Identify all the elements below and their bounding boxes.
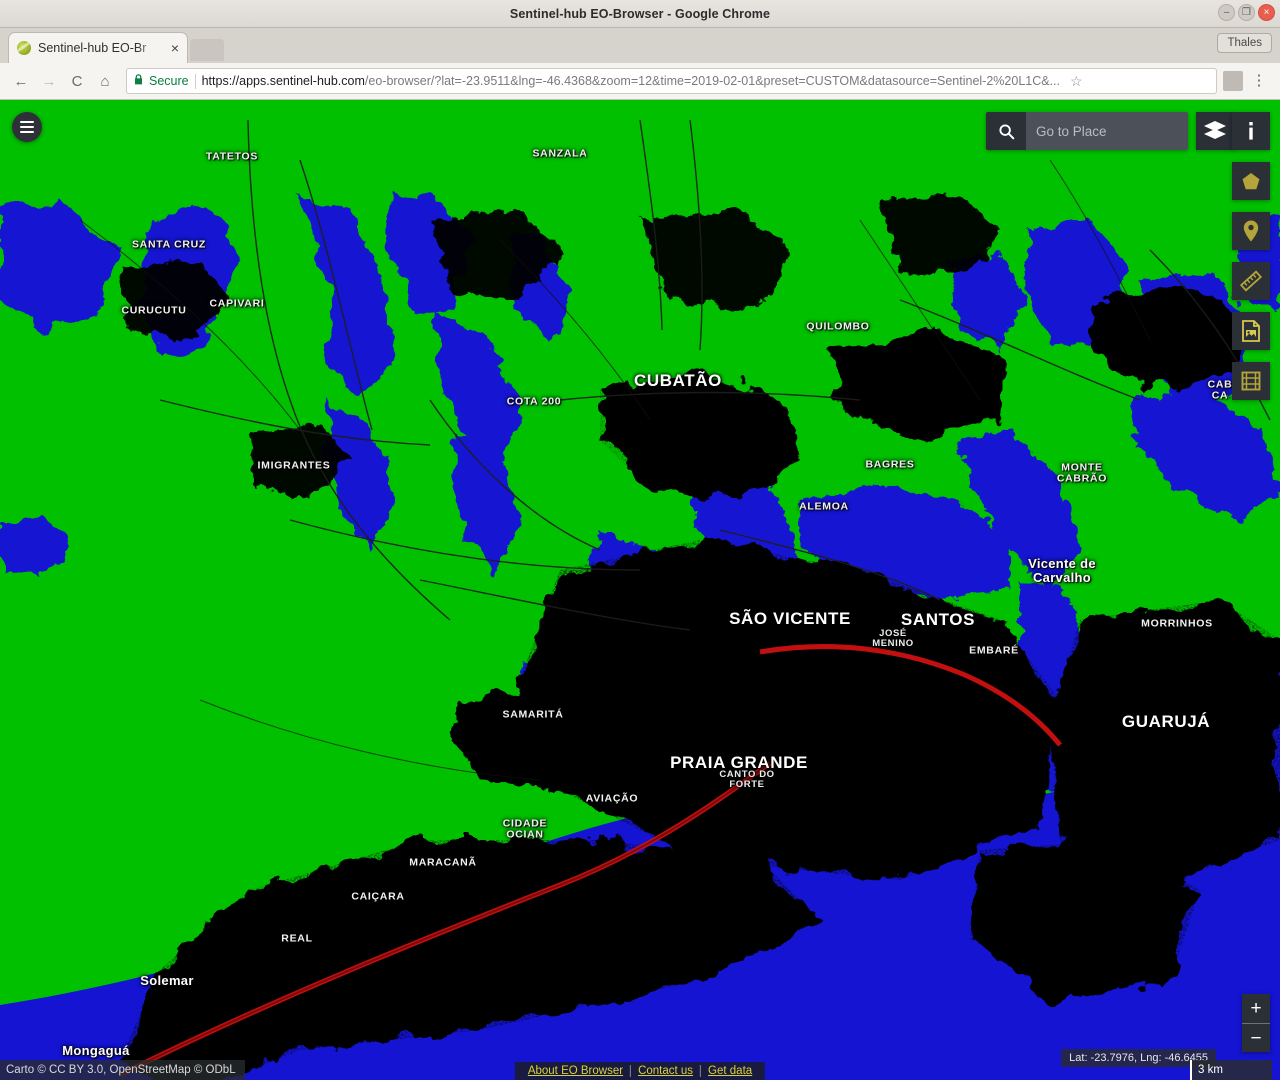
extension-icon[interactable] [1223,71,1243,91]
search-input[interactable] [1026,112,1188,150]
pentagon-icon [1242,173,1260,190]
window-title: Sentinel-hub EO-Browser - Google Chrome [509,6,771,21]
info-button[interactable] [1232,112,1270,150]
hamburger-bar [20,126,34,128]
close-tab-icon[interactable]: × [171,41,179,55]
measure-button[interactable] [1232,262,1270,300]
url-path: /eo-browser/?lat=-23.9511&lng=-46.4368&z… [364,74,1061,88]
sentinel-hub-favicon-icon [17,41,31,55]
footer-links: About EO Browser Contact us Get data [514,1062,766,1080]
poi-marker-button[interactable] [1232,212,1270,250]
hamburger-bar [20,131,34,133]
toolbar-right-group: ⋮ [1223,68,1272,94]
tab-strip: Sentinel-hub EO-Br × Thales [0,28,1280,63]
image-download-button[interactable] [1232,312,1270,350]
maximize-button[interactable]: ❐ [1238,4,1255,21]
contact-us-link[interactable]: Contact us [631,1065,700,1077]
satellite-imagery-canvas [0,100,1280,1080]
map-attribution: Carto © CC BY 3.0, OpenStreetMap © ODbL [0,1060,245,1080]
ruler-icon [1239,270,1263,292]
profile-button[interactable]: Thales [1217,33,1272,53]
layers-button[interactable] [1196,112,1234,150]
window-titlebar: Sentinel-hub EO-Browser - Google Chrome … [0,0,1280,28]
get-data-link[interactable]: Get data [701,1065,759,1077]
scale-bar: 3 km [1190,1060,1272,1080]
url-domain: https://apps.sentinel-hub.com [201,74,365,88]
film-strip-icon [1241,371,1261,391]
tab-label: Sentinel-hub EO-Br [38,41,147,55]
secure-label: Secure [149,74,189,88]
forward-icon[interactable]: → [36,68,62,94]
url-text: https://apps.sentinel-hub.com/eo-browser… [202,74,1060,88]
map-viewport[interactable]: TATETOS SANZALA SANTA CRUZ CURUCUTU CAPIVARI… [0,100,1280,1080]
map-tools-column [1232,112,1270,400]
browser-window: Sentinel-hub EO-Browser - Google Chrome … [0,0,1280,1080]
hamburger-bar [20,121,34,123]
new-tab-button[interactable] [190,39,224,61]
chrome-menu-icon[interactable]: ⋮ [1246,68,1272,94]
place-search-group[interactable] [986,112,1188,150]
back-icon[interactable]: ← [8,68,34,94]
about-eo-browser-link[interactable]: About EO Browser [521,1065,630,1077]
layers-icon [1204,121,1226,139]
omnibox-divider [194,73,196,89]
close-window-button[interactable]: × [1258,4,1275,21]
info-icon [1249,122,1253,140]
bookmark-star-icon[interactable]: ☆ [1070,73,1083,90]
lock-icon [134,74,143,88]
zoom-control: + − [1242,994,1270,1052]
image-file-icon [1242,320,1260,342]
zoom-in-button[interactable]: + [1242,994,1270,1023]
map-pin-icon [1243,220,1259,242]
aoi-polygon-button[interactable] [1232,162,1270,200]
window-controls: – ❐ × [1218,4,1275,21]
home-icon[interactable]: ⌂ [92,68,118,94]
reload-icon[interactable]: C [64,68,90,94]
address-bar[interactable]: Secure https://apps.sentinel-hub.com/eo-… [126,68,1217,94]
browser-toolbar: ← → C ⌂ Secure https://apps.sentinel-hub… [0,63,1280,100]
zoom-out-button[interactable]: − [1242,1023,1270,1052]
browser-tab[interactable]: Sentinel-hub EO-Br × [8,32,188,63]
search-icon[interactable] [986,112,1026,150]
timelapse-button[interactable] [1232,362,1270,400]
main-menu-button[interactable] [12,112,42,142]
minimize-button[interactable]: – [1218,4,1235,21]
